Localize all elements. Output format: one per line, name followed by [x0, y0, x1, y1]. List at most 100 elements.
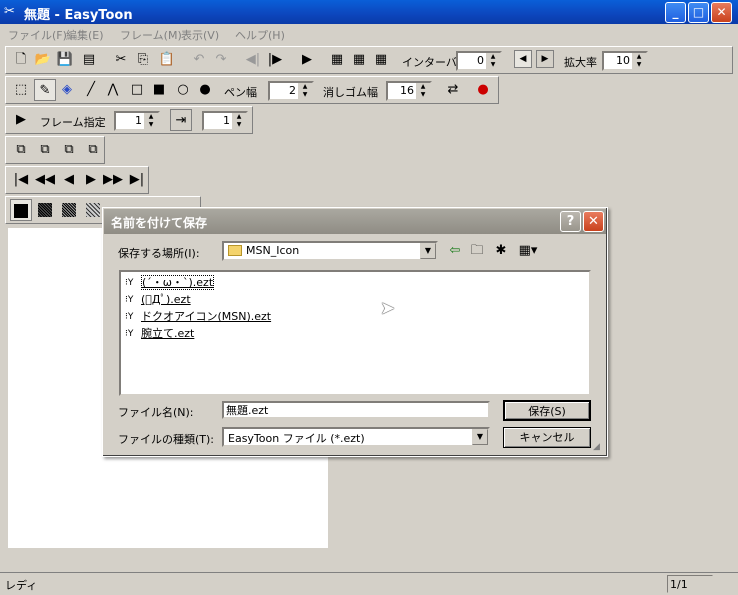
view-menu-icon[interactable]: ▦▾ [515, 241, 541, 261]
last-frame-icon[interactable]: ▶| [126, 169, 148, 191]
list-item[interactable]: ⁝Y 腕立て.ezt [125, 325, 194, 341]
filename-input[interactable] [226, 403, 486, 417]
rectangle-icon[interactable]: □ [126, 79, 148, 101]
minimize-button[interactable]: _ [665, 2, 686, 23]
open-folder-icon[interactable]: 📂 [32, 49, 54, 71]
play-back-icon[interactable]: ◀ [514, 50, 532, 68]
copy-icon[interactable]: ⎘ [132, 49, 154, 71]
layer-move-4-icon[interactable]: ⧉ [82, 139, 104, 161]
title-bar[interactable]: ✂ 無題 - EasyToon _ □ ✕ [0, 0, 738, 24]
filled-ellipse-icon[interactable]: ● [194, 79, 216, 101]
spin-arrows-icon[interactable]: ▲ ▼ [144, 113, 158, 129]
pattern-medium-icon[interactable] [58, 199, 80, 221]
prev-frame-icon[interactable]: ◀| [242, 49, 264, 71]
fast-forward-icon[interactable]: ▶▶ [102, 169, 124, 191]
zoom-spinner[interactable]: 10 ▲ ▼ [602, 51, 648, 71]
first-frame-icon[interactable]: |◀ [10, 169, 32, 191]
step-forward-icon[interactable]: ▶ [80, 169, 102, 191]
interval-spinner[interactable]: 0 ▲ ▼ [456, 51, 502, 71]
spin-arrows-icon[interactable]: ▲ ▼ [416, 83, 430, 99]
spin-arrows-icon[interactable]: ▲ ▼ [232, 113, 246, 129]
scissors-icon: ✂ [4, 4, 15, 19]
dialog-close-button[interactable]: ✕ [583, 211, 604, 232]
layer-move-3-icon[interactable]: ⧉ [58, 139, 80, 161]
list-item[interactable]: ⁝Y (´・ω・`).ezt [125, 274, 215, 290]
filled-rectangle-icon[interactable]: ■ [148, 79, 170, 101]
frame-label: フレーム指定 [40, 116, 106, 129]
folder-icon [228, 245, 242, 256]
menu-frame[interactable]: フレーム(M) [120, 27, 182, 43]
dialog-title-bar[interactable]: 名前を付けて保存 ? ✕ [104, 209, 606, 234]
fill-bucket-icon[interactable]: ◈ [56, 79, 78, 101]
new-folder-icon[interactable]: ✱ [491, 241, 511, 261]
help-icon[interactable]: ? [560, 211, 581, 232]
go-frame-icon[interactable]: ▶ [10, 109, 32, 131]
menu-file[interactable]: ファイル(F) [8, 27, 67, 43]
line-icon[interactable]: ╱ [80, 79, 102, 101]
up-folder-icon[interactable]: 🗀 [467, 241, 487, 261]
color-picker-icon[interactable]: ● [472, 79, 494, 101]
pencil-icon[interactable]: ✎ [34, 79, 56, 101]
paste-icon[interactable]: 📋 [156, 49, 178, 71]
mouse-cursor-icon: ➤ [380, 298, 396, 319]
rewind-icon[interactable]: ◀◀ [34, 169, 56, 191]
new-file-icon[interactable]: 🗋 [10, 49, 32, 71]
file-list[interactable]: ⁝Y (´・ω・`).ezt ⁝Y (ﾟДﾟ).ezt ⁝Y ドクオアイコン(MSN)… [119, 270, 591, 396]
toolbar-draw: ⬚ ✎ ◈ ╱ ⋀ □ ■ ○ ● ペン幅 2 ▲ ▼ 消しゴム幅 16 ▲ ▼ ⇄… [0, 76, 738, 104]
list-item[interactable]: ⁝Y ドクオアイコン(MSN).ezt [125, 308, 271, 324]
save-as-dialog: 名前を付けて保存 ? ✕ 保存する場所(I): MSN_Icon ▼ ⇦ 🗀 ✱… [102, 207, 608, 457]
save-disk-icon[interactable]: 💾 [54, 49, 76, 71]
layer-move-1-icon[interactable]: ⧉ [10, 139, 32, 161]
maximize-button[interactable]: □ [688, 2, 709, 23]
pattern-light-icon[interactable] [82, 199, 104, 221]
layer-move-2-icon[interactable]: ⧉ [34, 139, 56, 161]
toolbar-frame-group: ▶ フレーム指定 1 ▲ ▼ ⇥ 1 ▲ ▼ [5, 106, 253, 134]
ellipse-icon[interactable]: ○ [172, 79, 194, 101]
insert-frame-icon[interactable]: ▦ [326, 49, 348, 71]
close-button[interactable]: ✕ [711, 2, 732, 23]
export-gif-icon[interactable]: ▤ [78, 49, 100, 71]
interval-value: 0 [477, 54, 484, 67]
play-forward-icon[interactable]: ▶ [536, 50, 554, 68]
redo-icon[interactable]: ↷ [210, 49, 232, 71]
list-item[interactable]: ⁝Y (ﾟДﾟ).ezt [125, 291, 191, 307]
menu-bar: ファイル(F) 編集(E) フレーム(M) 表示(V) ヘルプ(H) [0, 24, 738, 44]
swap-colors-icon[interactable]: ⇄ [442, 79, 464, 101]
delete-frame-icon[interactable]: ▦ [348, 49, 370, 71]
spin-arrows-icon[interactable]: ▲ ▼ [486, 53, 500, 69]
polyline-icon[interactable]: ⋀ [102, 79, 124, 101]
resize-grip-icon[interactable]: ◢ [593, 442, 605, 454]
menu-edit[interactable]: 編集(E) [66, 27, 104, 43]
spin-arrows-icon[interactable]: ▲ ▼ [632, 53, 646, 69]
spin-arrows-icon[interactable]: ▲ ▼ [298, 83, 312, 99]
eraser-width-spinner[interactable]: 16 ▲ ▼ [386, 81, 432, 101]
back-arrow-icon[interactable]: ⇦ [445, 241, 465, 261]
pattern-solid-icon[interactable] [10, 199, 32, 221]
filename-field[interactable] [222, 401, 490, 419]
frame-spinner[interactable]: 1 ▲ ▼ [114, 111, 160, 131]
chevron-down-icon[interactable]: ▼ [472, 429, 488, 445]
save-location-combo[interactable]: MSN_Icon ▼ [222, 241, 438, 261]
filetype-value: EasyToon ファイル (*.ezt) [228, 432, 365, 445]
play-icon[interactable]: ▶ [296, 49, 318, 71]
eraser-width-label: 消しゴム幅 [323, 86, 378, 99]
menu-help[interactable]: ヘルプ(H) [235, 27, 285, 43]
undo-icon[interactable]: ↶ [188, 49, 210, 71]
pattern-dense-icon[interactable] [34, 199, 56, 221]
toolbar-nav-group: |◀ ◀◀ ◀ ▶ ▶▶ ▶| [5, 166, 149, 194]
cancel-button[interactable]: キャンセル [503, 427, 591, 448]
pen-width-spinner[interactable]: 2 ▲ ▼ [268, 81, 314, 101]
chevron-down-icon[interactable]: ▼ [420, 243, 436, 259]
save-button[interactable]: 保存(S) [503, 400, 591, 421]
next-frame-icon[interactable]: |▶ [264, 49, 286, 71]
cut-icon[interactable]: ✂ [110, 49, 132, 71]
jump-frame-icon[interactable]: ⇥ [170, 109, 192, 131]
status-page-indicator: 1/1 [667, 575, 713, 593]
step-back-icon[interactable]: ◀ [58, 169, 80, 191]
menu-view[interactable]: 表示(V) [181, 27, 219, 43]
frame-spinner-2[interactable]: 1 ▲ ▼ [202, 111, 248, 131]
filetype-combo[interactable]: EasyToon ファイル (*.ezt) ▼ [222, 427, 490, 447]
duplicate-frame-icon[interactable]: ▦ [370, 49, 392, 71]
ezt-file-icon: ⁝Y [125, 295, 134, 305]
select-rect-icon[interactable]: ⬚ [10, 79, 32, 101]
